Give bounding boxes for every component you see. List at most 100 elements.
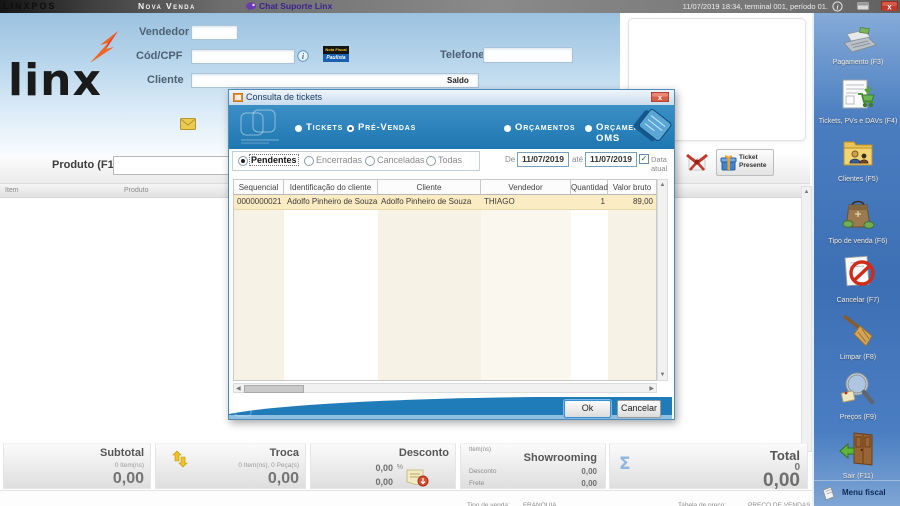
showrooming-panel: Item(ns) Showrooming Desconto 0,00 Frete…	[460, 443, 606, 489]
dialog-titlebar[interactable]: Consulta de tickets x	[229, 90, 674, 106]
tab-dot-pre-vendas[interactable]	[347, 125, 354, 132]
tabela-preco-label: Tabela de preço:	[678, 502, 727, 506]
tab-dot-orcamentos[interactable]	[504, 125, 511, 132]
svg-text:x: x	[887, 3, 892, 12]
dialog-header-band: Tickets Pré-Vendas Orçamentos Orçamentos…	[229, 105, 674, 149]
sidebar-item-tipo-venda[interactable]: Tipo de venda (F6)	[814, 196, 900, 245]
status-strip: Tipo de venda: FRANQUIA Tabela de preço:…	[0, 490, 812, 506]
col-identificacao[interactable]: Identificação do cliente	[284, 180, 378, 195]
dialog-vscrollbar[interactable]: ▲ ▼	[657, 179, 668, 381]
dialog-hscroll-thumb[interactable]	[244, 385, 304, 393]
radio-encerradas-label[interactable]: Encerradas	[316, 155, 362, 165]
ticket-presente-label-1: Ticket	[739, 154, 758, 161]
desconto-panel: Desconto 0,00 % 0,00	[310, 443, 456, 489]
troca-panel: Troca 0 Item(ns), 0 Peça(s) 0,00	[155, 443, 306, 489]
troca-title: Troca	[269, 447, 299, 459]
desconto-title: Desconto	[398, 447, 449, 459]
radio-todas-label[interactable]: Todas	[438, 155, 462, 165]
col-vendedor[interactable]: Vendedor	[481, 180, 571, 195]
dialog-scroll-up-icon[interactable]: ▲	[658, 181, 667, 189]
tipo-venda-label: Tipo de venda:	[467, 502, 510, 506]
dialog-scroll-down-icon[interactable]: ▼	[658, 371, 667, 379]
tab-orcamentos[interactable]: Orçamentos	[515, 122, 575, 133]
ticket-presente-button[interactable]: Ticket Presente	[716, 149, 774, 176]
col-quantidade[interactable]: Quantidade	[571, 180, 612, 195]
cod-cpf-input[interactable]	[191, 49, 295, 64]
close-icon[interactable]: x	[881, 1, 898, 11]
col-cliente[interactable]: Cliente	[378, 180, 481, 195]
exit-door-icon	[839, 432, 873, 466]
tab-dot-orcamentos-oms[interactable]	[585, 125, 592, 132]
vendedor-input[interactable]	[191, 25, 238, 40]
showrooming-frete-value: 0,00	[581, 479, 597, 488]
ticket-presente-label-2: Presente	[739, 162, 767, 169]
sidebar-item-cancelar[interactable]: Cancelar (F7)	[814, 255, 900, 304]
sidebar-item-precos[interactable]: Preços (F9)	[814, 370, 900, 421]
dialog-close-icon[interactable]: x	[651, 92, 669, 102]
telefone-input[interactable]	[483, 47, 573, 63]
table-row[interactable]: 0000000021 Adolfo Pinheiro de Souza Adol…	[234, 195, 656, 210]
envelope-icon[interactable]	[180, 118, 196, 130]
cell-quantidade: 1	[600, 197, 605, 206]
dialog-scroll-right-icon[interactable]: ▶	[649, 385, 654, 392]
scroll-up-icon[interactable]: ▲	[802, 188, 811, 196]
cliente-input[interactable]	[191, 73, 479, 88]
radio-pendentes[interactable]	[238, 156, 248, 166]
showrooming-title: Showrooming	[523, 452, 597, 464]
receipt-icon	[822, 486, 835, 501]
date-from-input[interactable]: 11/07/2019	[517, 152, 569, 167]
sidebar-item-pagamento[interactable]: Pagamento (F3)	[814, 25, 900, 66]
col-stripe	[234, 180, 284, 380]
cancel-button[interactable]: Cancelar	[617, 400, 661, 418]
linx-logo: linx	[8, 31, 118, 106]
cell-vendedor: THIAGO	[484, 197, 515, 206]
radio-canceladas-label[interactable]: Canceladas	[377, 155, 425, 165]
cpf-info-icon[interactable]: i	[297, 50, 309, 62]
info-icon[interactable]: i	[832, 1, 843, 12]
gift-ribbon-icon[interactable]	[685, 151, 709, 172]
showrooming-items-label: Item(ns)	[469, 447, 492, 453]
cliente-label: Cliente	[147, 74, 184, 86]
gift-box-icon	[720, 155, 737, 171]
dialog-footer: Ok Cancelar	[229, 397, 672, 419]
desconto-percent: 0,00	[375, 463, 393, 473]
tickets-table-header: Sequencial Identificação do cliente Clie…	[234, 180, 656, 195]
tab-dot-tickets[interactable]	[295, 125, 302, 132]
showrooming-desconto-label: Desconto	[469, 468, 497, 475]
dialog-hscrollbar[interactable]: ◀ ▶	[233, 383, 657, 393]
cell-identificacao: Adolfo Pinheiro de Souza	[287, 197, 378, 206]
sidebar-item-sair[interactable]: Sair (F11)	[814, 431, 900, 480]
date-to-label: até	[572, 155, 584, 164]
tipo-venda-value: FRANQUIA	[523, 502, 557, 506]
nota-fiscal-paulista-logo: Nota Fiscal Paulista	[323, 46, 349, 62]
tabela-preco-value: PREÇO DE VENDAS	[748, 502, 811, 506]
radio-pendentes-label[interactable]: Pendentes	[249, 154, 299, 166]
radio-todas[interactable]	[426, 156, 436, 166]
data-atual-label: Data atual	[651, 155, 668, 173]
tab-tickets[interactable]: Tickets	[306, 122, 343, 133]
radio-canceladas[interactable]	[365, 156, 375, 166]
cash-register-icon	[843, 27, 877, 53]
sidebar-divider	[814, 480, 900, 481]
sidebar-item-limpar[interactable]: Limpar (F8)	[814, 312, 900, 361]
cancel-document-icon	[844, 255, 875, 287]
items-col-produto: Produto	[124, 187, 149, 194]
col-stripe	[481, 180, 571, 380]
showrooming-frete-label: Frete	[469, 480, 485, 487]
troca-value: 0,00	[267, 470, 299, 487]
data-atual-checkbox[interactable]: ✓	[639, 154, 649, 164]
col-sequencial[interactable]: Sequencial	[234, 180, 284, 195]
dialog-scroll-left-icon[interactable]: ◀	[236, 385, 241, 392]
tab-pre-vendas[interactable]: Pré-Vendas	[358, 122, 416, 133]
date-to-input[interactable]: 11/07/2019	[585, 152, 637, 167]
col-valor-bruto[interactable]: Valor bruto	[608, 180, 656, 195]
ok-button[interactable]: Ok	[564, 400, 611, 418]
minimize-icon[interactable]	[856, 1, 870, 11]
menu-fiscal-label: Menu fiscal	[842, 488, 886, 497]
discount-note-icon[interactable]	[406, 468, 430, 487]
items-scrollbar[interactable]: ▲ ▼	[801, 186, 812, 452]
sidebar-item-clientes[interactable]: Clientes (F5)	[814, 136, 900, 183]
radio-encerradas[interactable]	[304, 156, 314, 166]
showrooming-desconto-value: 0,00	[581, 467, 597, 476]
sidebar-item-tickets-pvs-davs[interactable]: Tickets, PVs e DAVs (F4)	[814, 78, 900, 125]
